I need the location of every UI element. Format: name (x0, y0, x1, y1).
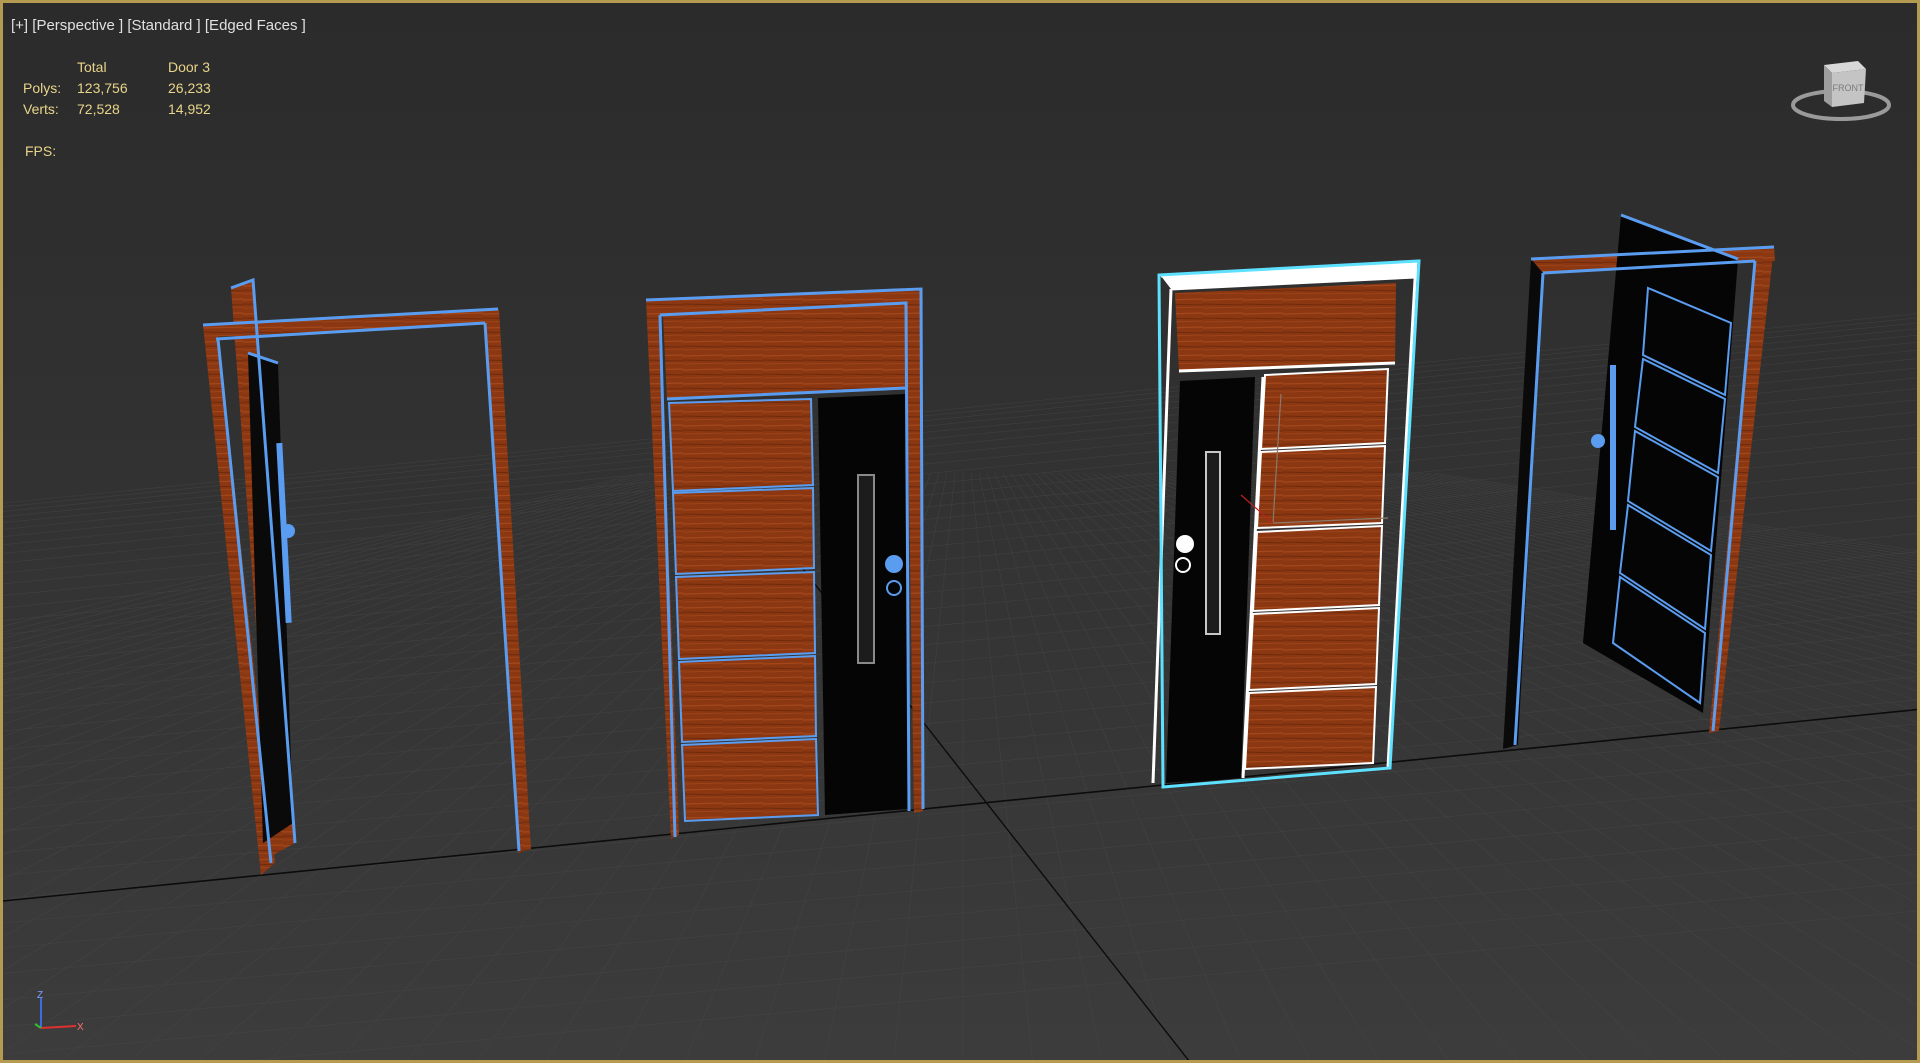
x-axis-line (40, 1025, 77, 1029)
door-2-knob (885, 555, 903, 573)
stats-header-total: Total (77, 59, 107, 75)
door-4-leaf (1583, 215, 1738, 713)
door-3-selected[interactable] (1151, 259, 1421, 789)
viewport-menu-button[interactable]: [+] (11, 17, 28, 34)
viewcube-face-label: FRONT (1833, 83, 1864, 93)
z-axis-label: Z (37, 990, 43, 1001)
verts-total: 72,528 (77, 101, 120, 117)
polys-label: Polys: (23, 80, 62, 96)
viewcube[interactable]: FRONT (1786, 55, 1896, 131)
door-1-frame-right (485, 309, 531, 853)
view-type-button[interactable]: [Perspective ] (32, 17, 123, 34)
door-2-top-panel (663, 304, 906, 399)
stats-header-selected: Door 3 (168, 59, 211, 75)
door-1-knob (281, 524, 295, 538)
axis-gizmo: Z X (34, 990, 84, 1033)
door-4-knob (1591, 434, 1605, 448)
scene-canvas[interactable] (3, 3, 1920, 1063)
door-2[interactable] (645, 287, 925, 839)
verts-selected: 14,952 (168, 101, 211, 117)
x-axis-label: X (77, 1022, 84, 1033)
door-2-handle (857, 474, 875, 664)
perspective-viewport[interactable]: [+] [Perspective ] [Standard ] [Edged Fa… (0, 0, 1920, 1063)
door-3-top-panel (1175, 283, 1396, 371)
door-2-wood-panels (667, 397, 820, 823)
shading-preset-button[interactable]: [Standard ] (127, 17, 200, 34)
door-3-handle (1205, 451, 1221, 635)
polys-total: 123,756 (77, 80, 128, 96)
door-4[interactable] (1503, 213, 1775, 749)
polys-selected: 26,233 (168, 80, 211, 96)
shading-mode-button[interactable]: [Edged Faces ] (205, 17, 306, 34)
viewport-label: [+] [Perspective ] [Standard ] [Edged Fa… (11, 17, 306, 34)
door-3-knob (1176, 535, 1194, 553)
door-3-wood-panels (1243, 367, 1390, 771)
fps-label: FPS: (25, 143, 57, 159)
door-1[interactable] (202, 277, 531, 875)
verts-label: Verts: (23, 101, 59, 117)
door-4-handle (1610, 365, 1616, 530)
